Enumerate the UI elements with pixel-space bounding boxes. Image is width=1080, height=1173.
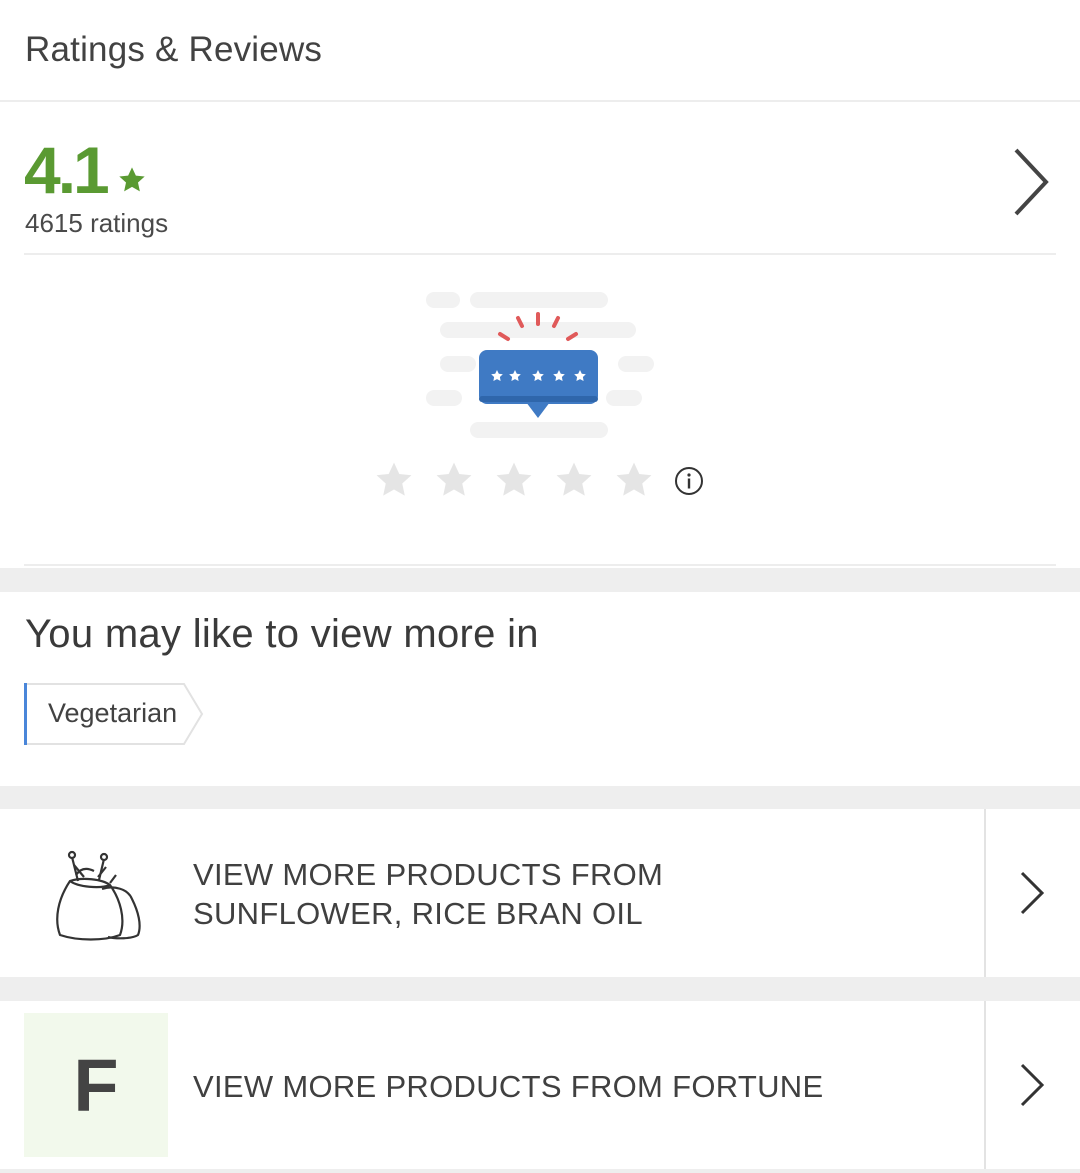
row-text-line1: VIEW MORE PRODUCTS FROM <box>193 857 664 892</box>
tag-label: Vegetarian <box>48 698 178 728</box>
star-icon[interactable] <box>432 458 476 502</box>
view-more-brand-row[interactable]: F VIEW MORE PRODUCTS FROM FORTUNE <box>0 1001 1080 1169</box>
may-like-title: You may like to view more in <box>25 612 539 656</box>
star-icon[interactable] <box>612 458 656 502</box>
info-icon[interactable] <box>673 465 705 497</box>
brand-letter-avatar: F <box>24 1013 168 1157</box>
star-icon[interactable] <box>552 458 596 502</box>
section-gap <box>0 786 1080 809</box>
view-more-category-row[interactable]: VIEW MORE PRODUCTS FROM SUNFLOWER, RICE … <box>0 809 1080 977</box>
star-icon <box>119 167 145 192</box>
row-text-line2: SUNFLOWER, RICE BRAN OIL <box>193 896 643 931</box>
divider <box>24 564 1056 566</box>
chevron-right-icon[interactable] <box>1016 869 1048 917</box>
section-title: Ratings & Reviews <box>25 30 323 69</box>
section-gap <box>0 1169 1080 1173</box>
ratings-count: 4615 ratings <box>25 208 169 238</box>
brand-letter: F <box>73 1043 119 1127</box>
grain-sacks-icon <box>56 850 141 941</box>
section-gap <box>0 568 1080 592</box>
star-icon[interactable] <box>372 458 416 502</box>
section-gap <box>0 977 1080 1001</box>
star-icon[interactable] <box>492 458 536 502</box>
chevron-right-icon[interactable] <box>1016 1061 1048 1109</box>
rating-summary[interactable]: 4.1 4615 ratings <box>0 102 1080 254</box>
divider <box>24 253 1056 255</box>
row-separator <box>984 809 986 977</box>
rating-value: 4.1 <box>24 133 110 207</box>
tag-vegetarian[interactable]: Vegetarian <box>24 683 206 745</box>
row-text: VIEW MORE PRODUCTS FROM FORTUNE <box>193 1069 824 1104</box>
ratings-reviews-header: Ratings & Reviews <box>0 0 1080 102</box>
rate-stars[interactable] <box>370 458 670 502</box>
row-separator <box>984 1001 986 1169</box>
row-text: VIEW MORE PRODUCTS FROM SUNFLOWER, RICE … <box>193 855 663 933</box>
chevron-right-icon[interactable] <box>1006 142 1054 222</box>
review-illustration-icon <box>426 292 654 438</box>
